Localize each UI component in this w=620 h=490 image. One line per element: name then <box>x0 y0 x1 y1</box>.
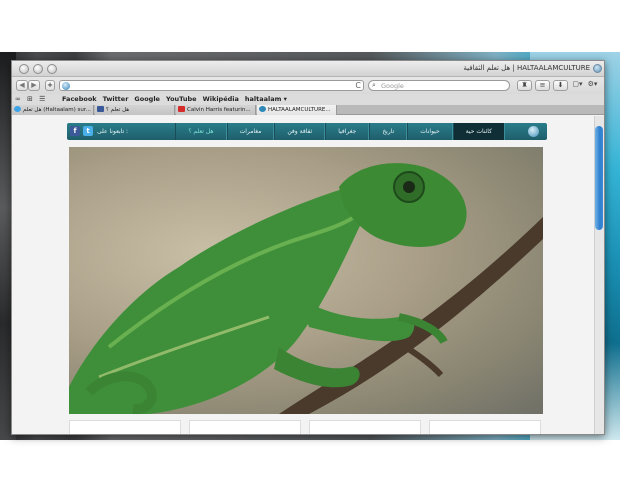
bookmark-item[interactable]: Twitter <box>103 94 129 105</box>
bookmark-item[interactable]: Google <box>134 94 160 105</box>
chameleon-illustration <box>69 163 543 414</box>
bookmarks-bar: ∞ ⊞ ☰ Facebook Twitter Google YouTube Wi… <box>12 94 604 105</box>
tab-facebook[interactable]: هل تعلم ؟ <box>95 105 175 115</box>
twitter-icon[interactable]: t <box>83 126 93 136</box>
menu-item-animals[interactable]: حيوانات <box>407 123 453 140</box>
search-input[interactable]: ⌕ Google <box>368 80 510 91</box>
menu-item-geography[interactable]: جغرافيا <box>325 123 370 140</box>
tab-label: هل تعلم (Haltaalam) sur... <box>23 107 91 113</box>
tab-label: هل تعلم ؟ <box>106 107 130 113</box>
bookmark-item[interactable]: YouTube <box>166 94 197 105</box>
bookmark-item[interactable]: Wikipédia <box>203 94 239 105</box>
close-window-button[interactable] <box>19 64 29 74</box>
browser-window: HALTAALAMCULTURE | هل تعلم الثقافية ◀ ▶ … <box>11 60 605 435</box>
globe-icon <box>259 106 266 112</box>
bookmark-item[interactable]: haltaalam ▾ <box>245 94 287 105</box>
twitter-icon <box>14 106 21 112</box>
window-title: HALTAALAMCULTURE | هل تعلم الثقافية <box>463 64 590 72</box>
bookmark-item[interactable]: Facebook <box>62 94 97 105</box>
page-content: f t تابعونا على : كائنات حية حيوانات تار… <box>12 116 596 434</box>
facebook-icon <box>97 106 104 112</box>
youtube-icon <box>178 106 185 112</box>
site-logo-icon[interactable] <box>528 126 539 137</box>
minimize-window-button[interactable] <box>33 64 43 74</box>
site-globe-icon <box>62 82 70 90</box>
search-placeholder: Google <box>381 82 404 90</box>
tab-label: HALTAALAMCULTURE... <box>268 107 331 113</box>
social-label: تابعونا على : <box>97 128 129 135</box>
zoom-window-button[interactable] <box>47 64 57 74</box>
address-bar[interactable]: C <box>59 80 364 91</box>
reader-icons[interactable]: ∞ ⊞ ☰ <box>15 94 47 105</box>
list-icon[interactable]: ≡ <box>535 80 550 91</box>
facebook-icon[interactable]: f <box>70 126 80 136</box>
search-icon: ⌕ <box>372 81 376 89</box>
new-tab-button[interactable]: + <box>45 80 55 91</box>
tab-bar: هل تعلم (Haltaalam) sur... هل تعلم ؟ Cal… <box>12 105 604 115</box>
article-card[interactable] <box>309 420 421 434</box>
tab-twitter[interactable]: هل تعلم (Haltaalam) sur... <box>12 105 94 115</box>
title-bar: HALTAALAMCULTURE | هل تعلم الثقافية <box>12 61 604 77</box>
scrollbar-thumb[interactable] <box>595 126 603 230</box>
reload-button[interactable]: C <box>355 81 361 90</box>
gear-icon[interactable]: ⚙▾ <box>586 80 599 91</box>
tab-youtube[interactable]: Calvin Harris featurin... <box>176 105 256 115</box>
tab-label: Calvin Harris featurin... <box>187 107 251 113</box>
back-button[interactable]: ◀ <box>16 80 28 91</box>
site-navigation: f t تابعونا على : كائنات حية حيوانات تار… <box>67 123 547 140</box>
basket-icon[interactable]: ♜ <box>517 80 532 91</box>
tab-haltaalam[interactable]: HALTAALAMCULTURE... <box>257 105 337 115</box>
navigation-toolbar: ◀ ▶ + C ⌕ Google ♜ ≡ ⬇ ▢▾ ⚙▾ <box>12 77 604 94</box>
bookmark-list: Facebook Twitter Google YouTube Wikipédi… <box>62 94 287 105</box>
article-card[interactable] <box>429 420 541 434</box>
menu-item-did-you-know[interactable]: هل تعلم ؟ <box>175 123 227 140</box>
article-card[interactable] <box>189 420 301 434</box>
globe-icon <box>593 64 602 73</box>
menu-item-adventures[interactable]: مغامرات <box>226 123 275 140</box>
page-menu-icon[interactable]: ▢▾ <box>571 80 584 91</box>
menu-item-living-beings[interactable]: كائنات حية <box>452 123 505 140</box>
download-icon[interactable]: ⬇ <box>553 80 568 91</box>
site-menu: كائنات حية حيوانات تاريخ جغرافيا ثقافة و… <box>175 123 505 140</box>
hero-image <box>69 147 543 414</box>
forward-button[interactable]: ▶ <box>28 80 40 91</box>
article-card[interactable] <box>69 420 181 434</box>
menu-item-history[interactable]: تاريخ <box>369 123 408 140</box>
menu-item-culture-art[interactable]: ثقافة وفن <box>274 123 326 140</box>
article-cards <box>69 420 543 434</box>
